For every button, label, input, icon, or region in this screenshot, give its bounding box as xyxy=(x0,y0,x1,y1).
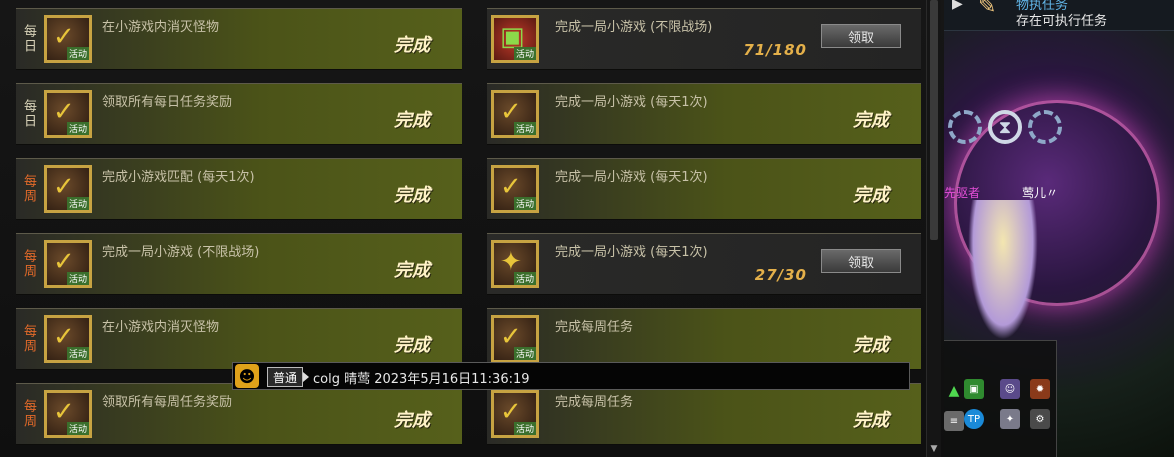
settings-icon[interactable]: ⚙ xyxy=(1030,409,1050,429)
task-row[interactable]: 每日 ✓ 活动 在小游戏内消灭怪物完成 xyxy=(16,8,462,70)
tp-icon[interactable]: TP xyxy=(964,409,984,429)
tool-icon[interactable]: ✦ xyxy=(1000,409,1020,429)
chat-message: colg 晴莺 2023年5月16日11:36:19 xyxy=(313,372,530,387)
chat-bar[interactable]: ☻ 普通 colg 晴莺 2023年5月16日11:36:19 xyxy=(232,362,910,390)
task-progress: 27/30 xyxy=(754,266,807,284)
task-status: 完成 xyxy=(394,35,430,56)
task-title: 完成一局小游戏 (每天1次) xyxy=(555,170,708,185)
task-status: 完成 xyxy=(394,185,430,206)
character-avatar[interactable] xyxy=(968,200,1038,340)
task-status: 完成 xyxy=(394,335,430,356)
task-row[interactable]: ▣ 活动 完成一局小游戏 (不限战场) 71/180 领取 xyxy=(487,8,921,70)
task-title: 领取所有每日任务奖励 xyxy=(102,95,233,110)
task-status: 完成 xyxy=(853,185,889,206)
character-name: 莺儿〃 xyxy=(1022,186,1059,200)
activity-check-icon: ✓ 活动 xyxy=(491,390,539,438)
activity-check-icon: ✓ 活动 xyxy=(44,165,92,213)
icon-tag: 活动 xyxy=(513,47,536,60)
icon-tag: 活动 xyxy=(66,197,89,210)
task-row[interactable]: 每周 ✓ 活动 完成小游戏匹配 (每天1次) 完成 xyxy=(16,158,462,220)
icon-tag: 活动 xyxy=(513,272,536,285)
task-row[interactable]: ✓ 活动 完成一局小游戏 (每天1次) 完成 xyxy=(487,83,921,145)
gear-icon xyxy=(948,110,982,144)
task-title: 在小游戏内消灭怪物 xyxy=(102,320,220,335)
task-row[interactable]: ✓ 活动 完成每周任务完成 xyxy=(487,308,921,370)
task-period: 每周 xyxy=(21,324,36,354)
task-title: 完成每周任务 xyxy=(555,395,634,410)
task-period: 每周 xyxy=(21,174,36,204)
chat-channel-button[interactable]: 普通 xyxy=(267,367,309,387)
task-title: 在小游戏内消灭怪物 xyxy=(102,20,220,35)
task-title: 完成一局小游戏 (每天1次) xyxy=(555,245,708,260)
icon-tag: 活动 xyxy=(66,47,89,60)
task-status: 完成 xyxy=(394,110,430,131)
task-status: 完成 xyxy=(853,335,889,356)
emote-icon[interactable]: ☻ xyxy=(235,364,259,388)
quick-menu: ▲ ▣ ☺ ✹ ≡ TP ✦ ⚙ xyxy=(944,340,1057,457)
task-row[interactable]: ✦ 活动 完成一局小游戏 (每天1次) 27/30 领取 xyxy=(487,233,921,295)
task-status: 完成 xyxy=(394,410,430,431)
task-progress: 71/180 xyxy=(743,41,807,59)
activity-check-icon: ✓ 活动 xyxy=(44,90,92,138)
map-icon[interactable]: ▣ xyxy=(964,379,984,399)
task-title: 完成一局小游戏 (不限战场) xyxy=(102,245,260,260)
task-title: 领取所有每周任务奖励 xyxy=(102,395,233,410)
activity-check-icon: ✓ 活动 xyxy=(44,390,92,438)
task-status: 完成 xyxy=(394,260,430,281)
task-row[interactable]: 每周 ✓ 活动 完成一局小游戏 (不限战场) 完成 xyxy=(16,233,462,295)
character-side-panel: ▶ ✎ 物执任务 存在可执行任务 ⧗ 先驱者 莺儿〃 ▲ ▣ ☺ ✹ ≡ TP … xyxy=(944,0,1174,457)
task-status: 完成 xyxy=(853,410,889,431)
activity-star-icon: ✦ 活动 xyxy=(491,240,539,288)
scrollbar[interactable]: ▼ xyxy=(926,0,941,457)
task-row[interactable]: 每周 ✓ 活动 在小游戏内消灭怪物完成 xyxy=(16,308,462,370)
menu-icon[interactable]: ≡ xyxy=(944,411,964,431)
hourglass-icon: ⧗ xyxy=(988,110,1022,144)
scroll-icon: ✎ xyxy=(978,0,997,19)
icon-tag: 活动 xyxy=(513,347,536,360)
task-title: 完成每周任务 xyxy=(555,320,634,335)
task-period: 每周 xyxy=(21,249,36,279)
notice-text: 存在可执行任务 xyxy=(1016,14,1108,29)
task-title: 完成一局小游戏 (每天1次) xyxy=(555,95,708,110)
arrow-icon[interactable]: ▲ xyxy=(944,381,964,401)
activity-check-icon: ✓ 活动 xyxy=(491,165,539,213)
icon-tag: 活动 xyxy=(66,347,89,360)
scrollbar-thumb[interactable] xyxy=(930,0,938,240)
icon-tag: 活动 xyxy=(513,422,536,435)
character-icon[interactable]: ☺ xyxy=(1000,379,1020,399)
character-title: 先驱者 xyxy=(944,186,981,200)
gear-emblem: ⧗ xyxy=(948,110,1068,150)
gift-icon: ▣ 活动 xyxy=(491,15,539,63)
gear-icon xyxy=(1028,110,1062,144)
icon-tag: 活动 xyxy=(513,122,536,135)
activity-check-icon: ✓ 活动 xyxy=(491,315,539,363)
task-row[interactable]: ✓ 活动 完成每周任务完成 xyxy=(487,383,921,445)
task-period: 每日 xyxy=(21,99,36,129)
activity-check-icon: ✓ 活动 xyxy=(44,240,92,288)
claim-button[interactable]: 领取 xyxy=(821,24,901,48)
task-title: 完成一局小游戏 (不限战场) xyxy=(555,20,713,35)
task-status: 完成 xyxy=(853,110,889,131)
claim-button[interactable]: 领取 xyxy=(821,249,901,273)
activity-check-icon: ✓ 活动 xyxy=(44,315,92,363)
icon-tag: 活动 xyxy=(66,122,89,135)
activity-check-icon: ✓ 活动 xyxy=(44,15,92,63)
task-notice[interactable]: ▶ ✎ 物执任务 存在可执行任务 xyxy=(944,0,1174,31)
play-arrow-icon: ▶ xyxy=(952,0,963,12)
activity-check-icon: ✓ 活动 xyxy=(491,90,539,138)
task-period: 每周 xyxy=(21,399,36,429)
task-title: 完成小游戏匹配 (每天1次) xyxy=(102,170,255,185)
icon-tag: 活动 xyxy=(513,197,536,210)
task-row[interactable]: 每周 ✓ 活动 领取所有每周任务奖励完成 xyxy=(16,383,462,445)
boss-icon[interactable]: ✹ xyxy=(1030,379,1050,399)
icon-tag: 活动 xyxy=(66,422,89,435)
scroll-down-icon[interactable]: ▼ xyxy=(928,443,940,455)
task-period: 每日 xyxy=(21,24,36,54)
icon-tag: 活动 xyxy=(66,272,89,285)
task-row[interactable]: ✓ 活动 完成一局小游戏 (每天1次) 完成 xyxy=(487,158,921,220)
task-row[interactable]: 每日 ✓ 活动 领取所有每日任务奖励完成 xyxy=(16,83,462,145)
